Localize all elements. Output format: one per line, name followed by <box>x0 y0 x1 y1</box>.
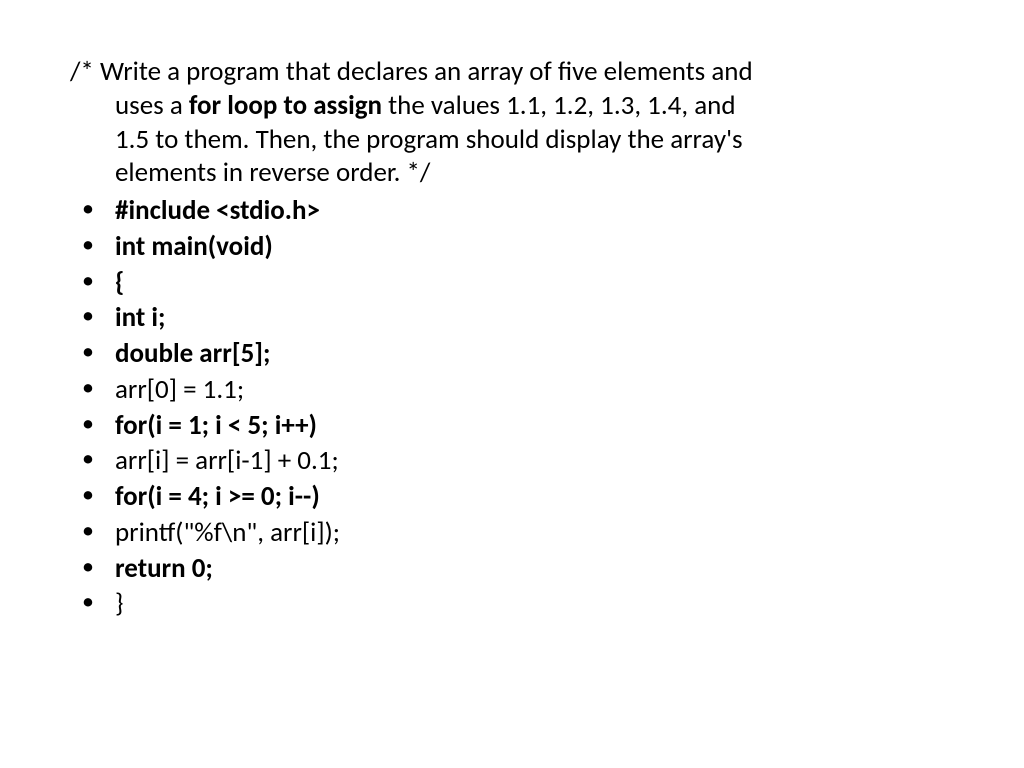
comment-line-3: 1.5 to them. Then, the program should di… <box>70 123 954 157</box>
comment-line-2: uses a for loop to assign the values 1.1… <box>70 89 954 123</box>
list-item: return 0; <box>70 552 954 586</box>
comment-text-part1: uses a <box>115 89 189 122</box>
list-item: for(i = 1; i < 5; i++) <box>70 409 954 443</box>
list-item: { <box>70 266 954 300</box>
list-item: arr[0] = 1.1; <box>70 373 954 407</box>
code-arr-assign: arr[i] = arr[i-1] + 0.1; <box>115 444 339 477</box>
comment-bold-phrase: for loop to assign <box>189 89 382 122</box>
code-main-decl: int main(void) <box>115 230 273 263</box>
comment-line-1: /* Write a program that declares an arra… <box>70 55 954 89</box>
list-item: arr[i] = arr[i-1] + 0.1; <box>70 444 954 478</box>
code-list: #include <stdio.h> int main(void) { int … <box>70 194 954 621</box>
code-int-i: int i; <box>115 301 165 334</box>
comment-line-4: elements in reverse order. */ <box>70 156 954 190</box>
code-return: return 0; <box>115 552 213 585</box>
list-item: for(i = 4; i >= 0; i--) <box>70 480 954 514</box>
code-for1: for(i = 1; i < 5; i++) <box>115 409 317 442</box>
list-item: double arr[5]; <box>70 337 954 371</box>
comment-text-part2: the values 1.1, 1.2, 1.3, 1.4, and <box>382 89 736 122</box>
code-double-arr: double arr[5]; <box>115 337 271 370</box>
code-for2: for(i = 4; i >= 0; i--) <box>115 480 320 513</box>
comment-block: /* Write a program that declares an arra… <box>70 55 954 190</box>
list-item: int main(void) <box>70 230 954 264</box>
list-item: #include <stdio.h> <box>70 194 954 228</box>
code-close-brace: } <box>115 587 124 620</box>
list-item: } <box>70 587 954 621</box>
list-item: int i; <box>70 301 954 335</box>
code-arr-init: arr[0] = 1.1; <box>115 373 244 406</box>
list-item: printf("%f\n", arr[i]); <box>70 516 954 550</box>
code-printf: printf("%f\n", arr[i]); <box>115 516 340 549</box>
code-include: #include <stdio.h> <box>115 194 320 227</box>
code-open-brace: { <box>115 266 124 299</box>
